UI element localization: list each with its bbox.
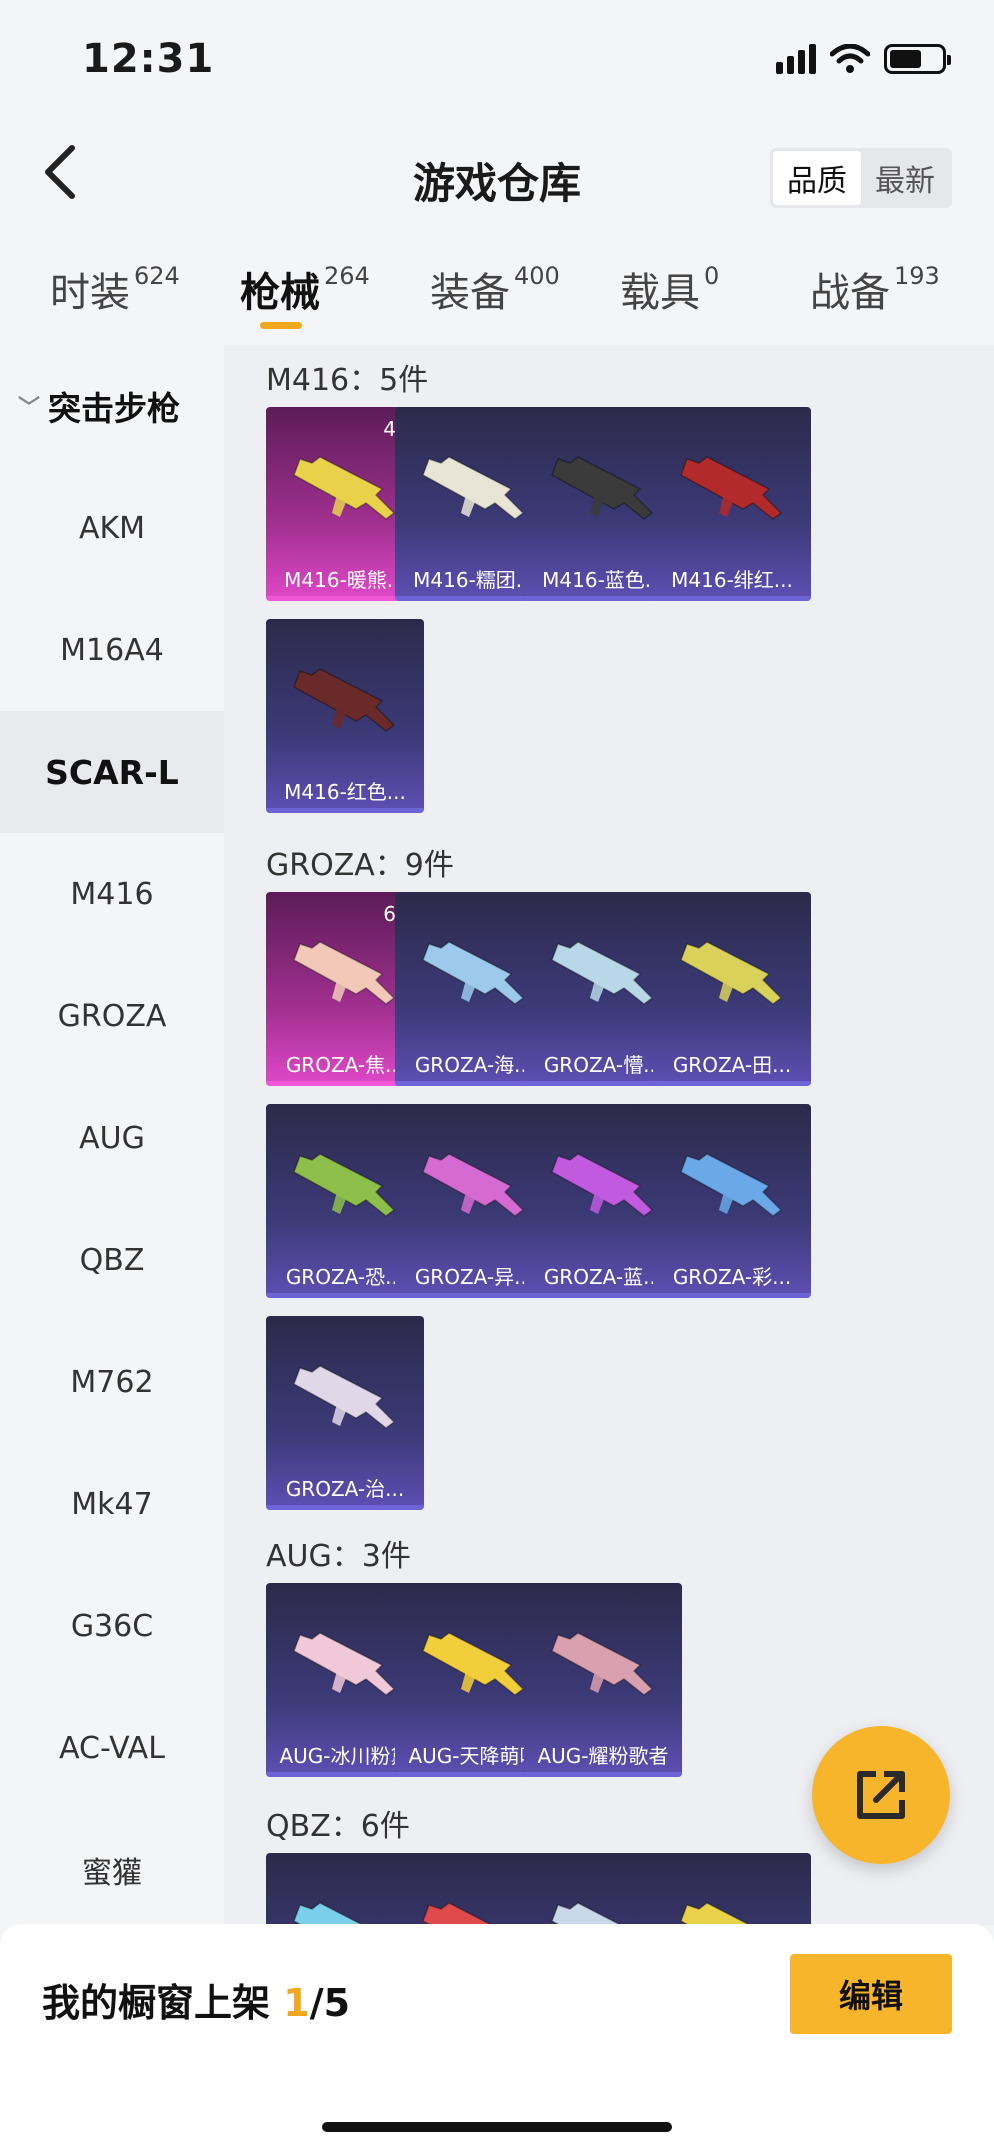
showcase-status: 我的橱窗上架 1/5 bbox=[42, 1972, 350, 2027]
weapon-icon bbox=[680, 1902, 752, 1925]
group-title: GROZA：9件 bbox=[266, 848, 454, 883]
weapon-icon bbox=[551, 941, 654, 1005]
weapon-icon bbox=[422, 1153, 525, 1217]
weapon-icon bbox=[293, 456, 396, 520]
share-button[interactable] bbox=[812, 1726, 950, 1864]
group-title: M416：5件 bbox=[266, 363, 429, 398]
skin-card[interactable]: M416-绯红... bbox=[653, 407, 811, 601]
group-title: QBZ：6件 bbox=[266, 1809, 410, 1844]
sidebar-item-honey-badger[interactable]: 蜜獾 bbox=[0, 1809, 224, 1931]
battery-icon bbox=[884, 44, 951, 74]
status-icons bbox=[776, 44, 951, 74]
rarity-stripe bbox=[266, 1505, 424, 1510]
tab-equipment[interactable]: 装备 400 bbox=[430, 260, 560, 318]
tab-guns[interactable]: 枪械 264 bbox=[240, 260, 370, 318]
rarity-stripe bbox=[266, 808, 424, 813]
showcase-label: 我的橱窗上架 bbox=[42, 1981, 284, 2025]
tab-label: 战备 bbox=[810, 270, 890, 316]
weapon-icon bbox=[293, 1153, 396, 1217]
skin-name: M416-绯红... bbox=[671, 568, 793, 592]
rarity-stripe bbox=[653, 1293, 811, 1298]
status-time: 12:31 bbox=[82, 36, 215, 82]
sort-option-quality[interactable]: 品质 bbox=[773, 151, 861, 205]
sidebar-category-label: 突击步枪 bbox=[48, 389, 181, 428]
tab-vehicles[interactable]: 载具 0 bbox=[620, 260, 719, 318]
tab-fashion[interactable]: 时装 624 bbox=[50, 260, 180, 318]
skin-card[interactable]: M416-红色... bbox=[266, 619, 424, 813]
sidebar-item-m16a4[interactable]: M16A4 bbox=[0, 589, 224, 711]
sidebar-item-g36c[interactable]: G36C bbox=[0, 1565, 224, 1687]
tab-count: 624 bbox=[134, 262, 180, 290]
header: 游戏仓库 品质 最新 bbox=[0, 120, 994, 230]
edit-button[interactable]: 编辑 bbox=[790, 1954, 952, 2034]
weapon-icon bbox=[680, 1153, 783, 1217]
tab-label: 装备 bbox=[430, 270, 510, 316]
weapon-icon bbox=[293, 668, 396, 732]
sort-option-newest[interactable]: 最新 bbox=[861, 151, 949, 205]
sidebar-item-scar-l[interactable]: SCAR-L bbox=[0, 711, 224, 833]
weapon-icon bbox=[551, 1632, 654, 1696]
skin-card[interactable]: GROZA-治... bbox=[266, 1316, 424, 1510]
weapon-icon bbox=[422, 941, 525, 1005]
tab-count: 0 bbox=[704, 262, 720, 290]
external-link-icon bbox=[857, 1771, 905, 1819]
sidebar-item-groza[interactable]: GROZA bbox=[0, 955, 224, 1077]
tab-count: 264 bbox=[324, 262, 370, 290]
cellular-signal-icon bbox=[776, 44, 816, 74]
group-title: AUG：3件 bbox=[266, 1539, 411, 1574]
showcase-count-current: 1 bbox=[283, 1981, 310, 2025]
weapon-icon bbox=[551, 1902, 623, 1925]
skin-name: AUG-耀粉歌者 bbox=[537, 1744, 669, 1768]
weapon-skin-grid: M416：5件4级M416-暖熊...M416-糯团...M416-蓝色...M… bbox=[224, 345, 994, 1925]
tab-count: 400 bbox=[514, 262, 560, 290]
bottom-bar: 我的橱窗上架 1/5 编辑 bbox=[0, 1924, 994, 2152]
status-bar: 12:31 bbox=[0, 0, 994, 120]
skin-name: M416-红色... bbox=[284, 780, 406, 804]
skin-name: GROZA-治... bbox=[285, 1477, 405, 1501]
weapon-sidebar: ﹀ 突击步枪 AKM M16A4 SCAR-L M416 GROZA AUG Q… bbox=[0, 345, 224, 1925]
sidebar-item-m416[interactable]: M416 bbox=[0, 833, 224, 955]
skin-card[interactable]: GROZA-彩... bbox=[653, 1104, 811, 1298]
rarity-stripe bbox=[653, 596, 811, 601]
weapon-icon bbox=[293, 1365, 396, 1429]
skin-card[interactable]: AUG-耀粉歌者 bbox=[524, 1583, 682, 1777]
rarity-stripe bbox=[653, 1081, 811, 1086]
weapon-icon bbox=[422, 456, 525, 520]
tab-label: 载具 bbox=[620, 270, 700, 316]
chevron-down-icon: ﹀ bbox=[18, 396, 41, 421]
skin-card[interactable] bbox=[653, 1853, 811, 1925]
sidebar-item-aug[interactable]: AUG bbox=[0, 1077, 224, 1199]
weapon-icon bbox=[551, 456, 654, 520]
skin-card[interactable]: GROZA-田... bbox=[653, 892, 811, 1086]
sort-toggle: 品质 最新 bbox=[770, 148, 952, 208]
sidebar-item-mk47[interactable]: Mk47 bbox=[0, 1443, 224, 1565]
tab-supplies[interactable]: 战备 193 bbox=[810, 260, 940, 318]
sidebar-item-m762[interactable]: M762 bbox=[0, 1321, 224, 1443]
tab-count: 193 bbox=[894, 262, 940, 290]
sidebar-category-header[interactable]: ﹀ 突击步枪 bbox=[0, 345, 224, 467]
home-indicator bbox=[322, 2122, 672, 2132]
category-tabs: 时装 624 枪械 264 装备 400 载具 0 战备 193 bbox=[0, 250, 994, 340]
tab-label: 时装 bbox=[50, 270, 130, 316]
weapon-icon bbox=[293, 1632, 396, 1696]
skin-name: GROZA-田... bbox=[672, 1053, 792, 1077]
weapon-icon bbox=[551, 1153, 654, 1217]
tab-label: 枪械 bbox=[240, 270, 320, 316]
active-tab-indicator bbox=[260, 322, 302, 329]
sidebar-item-akm[interactable]: AKM bbox=[0, 467, 224, 589]
weapon-icon bbox=[422, 1632, 525, 1696]
weapon-icon bbox=[422, 1902, 494, 1925]
sidebar-item-ac-val[interactable]: AC-VAL bbox=[0, 1687, 224, 1809]
skin-name: GROZA-彩... bbox=[672, 1265, 792, 1289]
wifi-icon bbox=[830, 44, 870, 73]
weapon-icon bbox=[680, 456, 783, 520]
weapon-icon bbox=[680, 941, 783, 1005]
showcase-count-total: /5 bbox=[309, 1981, 351, 2025]
weapon-icon bbox=[293, 1902, 365, 1925]
weapon-icon bbox=[293, 941, 396, 1005]
sidebar-item-qbz[interactable]: QBZ bbox=[0, 1199, 224, 1321]
rarity-stripe bbox=[524, 1772, 682, 1777]
